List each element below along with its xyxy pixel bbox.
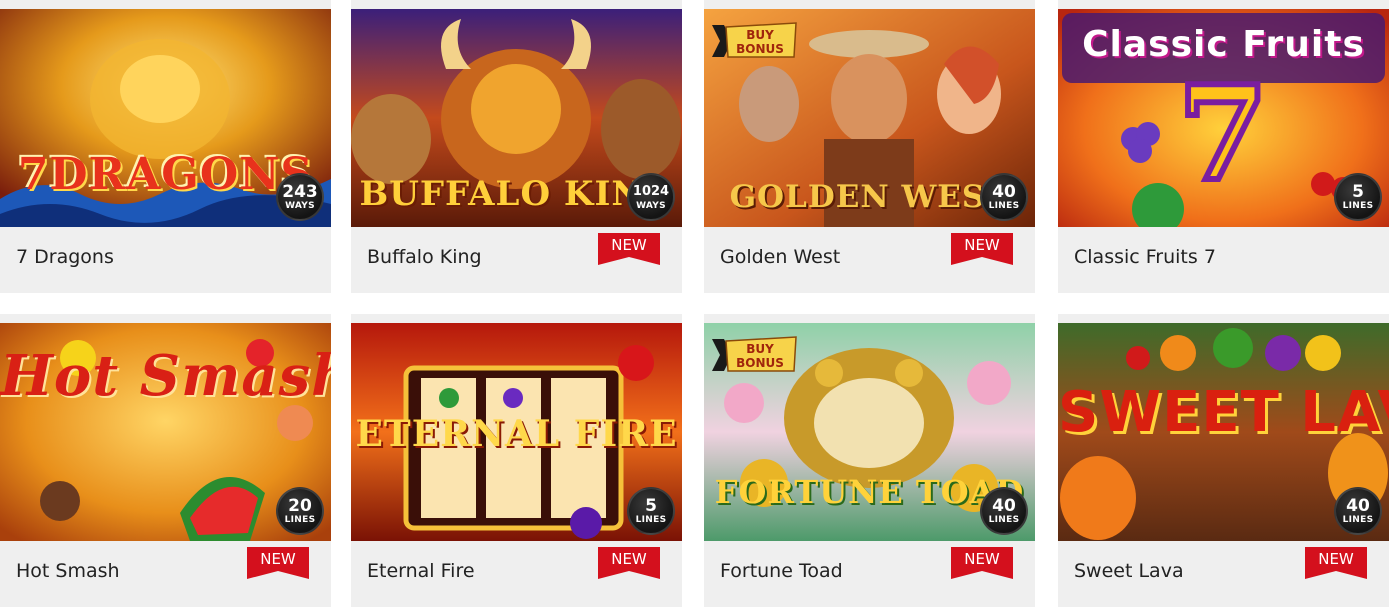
badge-unit: WAYS [285,201,315,211]
new-badge: NEW [598,233,660,265]
game-title[interactable]: Golden West [720,246,840,268]
lines-badge: 40 LINES [980,173,1028,221]
badge-count: 40 [992,496,1016,516]
game-thumbnail[interactable]: ETERNAL FIRE 5 LINES [351,323,682,541]
badge-unit: WAYS [636,201,666,211]
buy-bonus-badge: BUY BONUS [710,335,798,375]
game-card-eternal-fire[interactable]: ETERNAL FIRE 5 LINES Eternal Fire NEW [351,314,682,607]
svg-text:7: 7 [1178,57,1268,210]
game-title[interactable]: Fortune Toad [720,560,843,582]
buy-bonus-icon: BUY BONUS [712,336,797,372]
badge-count: 40 [1346,496,1370,516]
badge-unit: LINES [1342,515,1374,525]
new-label: NEW [964,550,1000,568]
new-badge: NEW [247,547,309,579]
buy-bonus-badge: BUY BONUS [710,21,798,61]
badge-count: 243 [282,182,318,202]
game-thumbnail[interactable]: 7DRAGONS 243 WAYS [0,9,331,227]
badge-count: 5 [1352,182,1364,202]
game-thumbnail[interactable]: 7 Classic Fruits 5 LINES [1058,9,1389,227]
ways-badge: 1024 WAYS [627,173,675,221]
game-card-buffalo-king[interactable]: BUFFALO KING 1024 WAYS Buffalo King NEW [351,0,682,293]
badge-unit: LINES [284,515,316,525]
game-thumbnail[interactable]: SWEET LAVA 40 LINES [1058,323,1389,541]
new-label: NEW [964,236,1000,254]
bonus-label: BONUS [736,42,784,56]
game-title[interactable]: Hot Smash [16,560,120,582]
game-logo: ETERNAL FIRE [355,413,678,455]
game-card-hot-smash[interactable]: Hot Smash 20 LINES Hot Smash NEW [0,314,331,607]
new-badge: NEW [951,547,1013,579]
game-title[interactable]: Buffalo King [367,246,482,268]
badge-unit: LINES [635,515,667,525]
game-title[interactable]: Eternal Fire [367,560,475,582]
badge-count: 40 [992,182,1016,202]
new-label: NEW [611,550,647,568]
buy-label: BUY [746,28,774,42]
game-thumbnail[interactable]: BUY BONUS GOLDEN WEST 40 LINES [704,9,1035,227]
new-badge: NEW [951,233,1013,265]
badge-unit: LINES [988,515,1020,525]
badge-count: 20 [288,496,312,516]
bonus-label: BONUS [736,356,784,370]
lines-badge: 20 LINES [276,487,324,535]
badge-unit: LINES [988,201,1020,211]
ways-badge: 243 WAYS [276,173,324,221]
badge-count: 1024 [632,184,670,199]
lines-badge: 5 LINES [627,487,675,535]
game-grid: 7DRAGONS 243 WAYS 7 Dragons BUFFALO KING… [0,0,1397,607]
game-card-golden-west[interactable]: BUY BONUS GOLDEN WEST 40 LINES Golden We… [704,0,1035,293]
new-label: NEW [260,550,296,568]
game-thumbnail[interactable]: Hot Smash 20 LINES [0,323,331,541]
badge-unit: LINES [1342,201,1374,211]
game-title[interactable]: 7 Dragons [16,246,114,268]
lines-badge: 40 LINES [980,487,1028,535]
game-title[interactable]: Sweet Lava [1074,560,1184,582]
game-thumbnail[interactable]: BUFFALO KING 1024 WAYS [351,9,682,227]
game-logo: Hot Smash [0,343,331,409]
buy-label: BUY [746,342,774,356]
lines-badge: 40 LINES [1334,487,1382,535]
game-thumbnail[interactable]: BUY BONUS FORTUNE TOAD 40 LINES [704,323,1035,541]
new-label: NEW [611,236,647,254]
buy-bonus-icon: BUY BONUS [712,22,797,58]
badge-count: 5 [645,496,657,516]
game-card-7-dragons[interactable]: 7DRAGONS 243 WAYS 7 Dragons [0,0,331,293]
new-badge: NEW [598,547,660,579]
new-label: NEW [1318,550,1354,568]
game-title[interactable]: Classic Fruits 7 [1074,246,1216,268]
game-card-sweet-lava[interactable]: SWEET LAVA 40 LINES Sweet Lava NEW [1058,314,1389,607]
new-badge: NEW [1305,547,1367,579]
game-card-fortune-toad[interactable]: BUY BONUS FORTUNE TOAD 40 LINES Fortune … [704,314,1035,607]
game-logo: Classic Fruits [1082,24,1365,65]
lines-badge: 5 LINES [1334,173,1382,221]
game-logo: SWEET LAVA [1058,380,1389,445]
game-card-classic-fruits-7[interactable]: 7 Classic Fruits 5 LINES Classic Fruits … [1058,0,1389,293]
